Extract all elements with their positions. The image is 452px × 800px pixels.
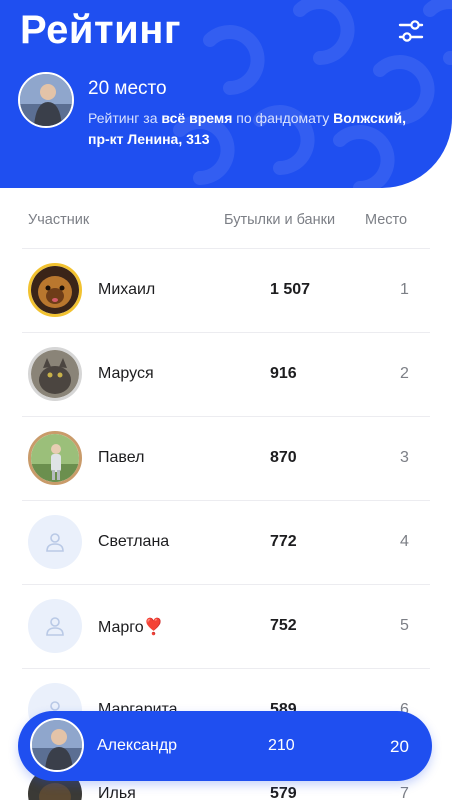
participant-place: 1 (400, 281, 409, 298)
bottles-count: 772 (270, 533, 297, 550)
avatar (28, 347, 82, 401)
participant-place: 4 (400, 533, 409, 550)
bottles-count: 1 507 (270, 281, 311, 298)
avatar-placeholder (28, 515, 82, 569)
column-place: Место (365, 212, 408, 228)
current-user-name: Александр (97, 737, 178, 754)
description-prefix: Рейтинг за (88, 110, 162, 126)
table-row[interactable]: Марго❣️ 752 5 (22, 584, 430, 668)
bottles-count: 579 (270, 785, 297, 800)
current-user-avatar[interactable] (18, 72, 74, 128)
rating-description: Рейтинг за всё время по фандомату Волжск… (88, 108, 428, 150)
participant-name: Марго❣️ (98, 619, 164, 636)
user-icon (46, 533, 64, 552)
avatar (28, 263, 82, 317)
table-row[interactable]: Павел 870 3 (22, 416, 430, 500)
column-participant: Участник (28, 212, 90, 228)
current-user-count: 210 (268, 737, 295, 754)
rating-header: Рейтинг 20 место Рейтинг за всё время по… (0, 0, 452, 188)
column-bottles: Бутылки и банки (224, 212, 336, 228)
sliders-icon (398, 20, 424, 42)
rating-period[interactable]: всё время (161, 110, 232, 126)
participant-name: Маруся (98, 365, 154, 382)
description-mid: по фандомату (232, 110, 334, 126)
participant-place: 3 (400, 449, 409, 466)
current-user-row[interactable]: Александр 210 20 (18, 711, 432, 781)
bottles-count: 752 (270, 617, 297, 634)
user-icon (46, 617, 64, 636)
table-header: Участник Бутылки и банки Место (0, 212, 452, 232)
bottles-count: 870 (270, 449, 297, 466)
participant-name: Илья (98, 785, 136, 800)
table-row[interactable]: Светлана 772 4 (22, 500, 430, 584)
participant-place: 2 (400, 365, 409, 382)
participant-name: Михаил (98, 281, 156, 298)
avatar (28, 431, 82, 485)
participant-place: 5 (400, 617, 409, 634)
bottles-count: 916 (270, 365, 297, 382)
filter-button[interactable] (394, 14, 428, 48)
participant-place: 7 (400, 785, 409, 800)
current-user-place: 20 (390, 737, 409, 756)
participant-name: Светлана (98, 533, 170, 550)
page-title: Рейтинг (20, 8, 182, 52)
table-row[interactable]: Михаил 1 507 1 (22, 248, 430, 332)
avatar-placeholder (28, 599, 82, 653)
current-user-avatar (30, 718, 84, 772)
participant-name: Павел (98, 449, 145, 466)
table-row[interactable]: Маруся 916 2 (22, 332, 430, 416)
current-place-label: 20 место (88, 78, 167, 99)
